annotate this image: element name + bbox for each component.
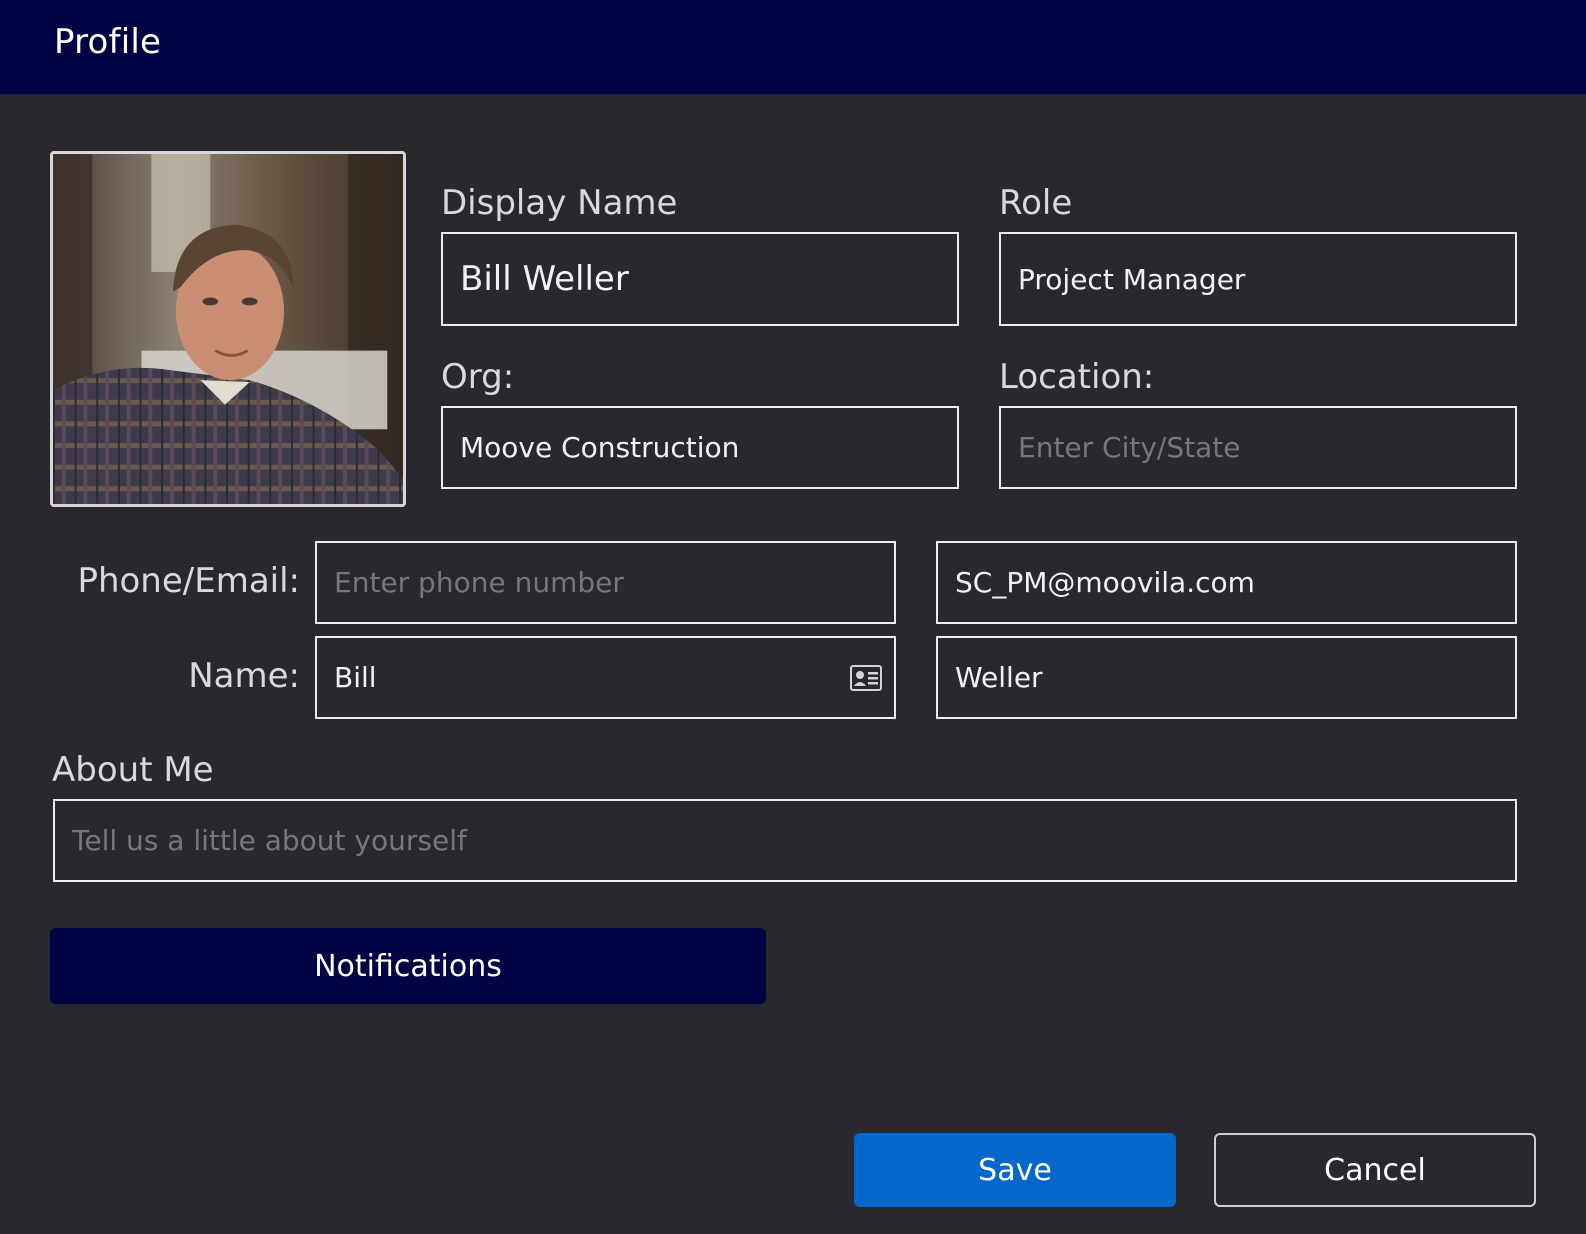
role-input[interactable] (1018, 262, 1515, 296)
display-name-label: Display Name (441, 183, 678, 223)
location-label: Location: (999, 357, 1155, 397)
last-name-field[interactable] (936, 636, 1517, 719)
org-field[interactable] (441, 406, 959, 489)
phone-field[interactable] (315, 541, 896, 624)
org-input[interactable] (460, 431, 957, 464)
email-input[interactable] (955, 566, 1515, 599)
contact-card-icon[interactable] (850, 665, 882, 691)
role-field[interactable] (999, 232, 1517, 326)
about-me-field[interactable] (53, 799, 1517, 882)
phone-input[interactable] (334, 566, 894, 599)
about-me-label: About Me (52, 750, 214, 790)
page-title: Profile (54, 22, 162, 62)
avatar-photo (53, 154, 403, 504)
save-button[interactable]: Save (854, 1133, 1176, 1207)
location-input[interactable] (1018, 431, 1515, 464)
name-label: Name: (188, 656, 300, 696)
cancel-button[interactable]: Cancel (1214, 1133, 1536, 1207)
role-label: Role (999, 183, 1073, 223)
display-name-field[interactable] (441, 232, 959, 326)
display-name-input[interactable] (460, 259, 957, 299)
avatar[interactable] (50, 151, 406, 507)
notifications-button[interactable]: Notifications (50, 928, 766, 1004)
first-name-input[interactable] (334, 661, 838, 694)
about-me-input[interactable] (72, 824, 1515, 857)
location-field[interactable] (999, 406, 1517, 489)
header-bar: Profile (0, 0, 1586, 95)
org-label: Org: (441, 357, 515, 397)
last-name-input[interactable] (955, 661, 1515, 694)
email-field[interactable] (936, 541, 1517, 624)
phone-email-label: Phone/Email: (77, 561, 300, 601)
first-name-field[interactable] (315, 636, 896, 719)
